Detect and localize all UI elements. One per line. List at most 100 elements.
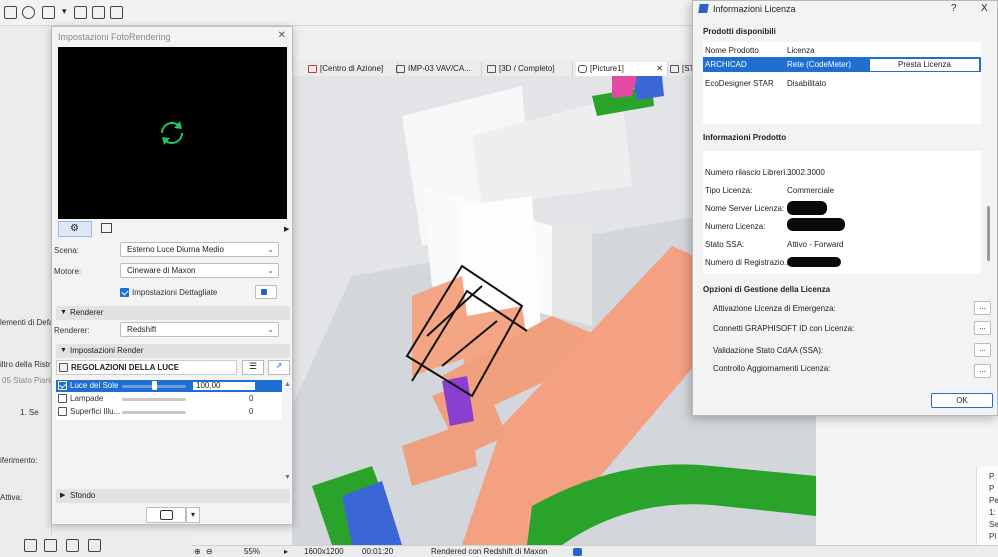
tool-b-icon[interactable] xyxy=(44,539,57,552)
engine-select[interactable]: Cineware di Maxon ⌄ xyxy=(120,263,279,278)
zoom-level[interactable]: 55% xyxy=(244,547,260,556)
export-icon[interactable]: ⇗ xyxy=(268,360,290,375)
sun-light-value-input[interactable]: 100,00 xyxy=(192,381,256,391)
render-options-dropdown[interactable]: ▾ xyxy=(186,507,200,523)
left-panel: lementi di Defa iltro della Ristru 05 St… xyxy=(0,26,52,557)
ssa-validation-label: Validazione Stato CdAA (SSA): xyxy=(713,346,824,355)
3d-view-icon xyxy=(487,65,496,73)
update-check-button[interactable]: ... xyxy=(974,364,991,378)
close-icon[interactable]: X xyxy=(981,3,988,14)
product-row-ecodesigner[interactable]: EcoDesigner STAR Disabilitato xyxy=(703,76,981,91)
ssa-validation-button[interactable]: ... xyxy=(974,343,991,357)
emergency-license-button[interactable]: ... xyxy=(974,301,991,315)
product-name: EcoDesigner STAR xyxy=(705,79,774,88)
scroll-up-icon[interactable]: ▲ xyxy=(284,381,291,388)
lamps-value: 0 xyxy=(249,394,254,403)
nav-item[interactable]: Pe xyxy=(989,496,998,505)
license-type-label: Tipo Licenza: xyxy=(705,186,753,195)
camera-icon xyxy=(578,65,587,73)
section-title: Renderer xyxy=(70,308,104,317)
nav-item[interactable]: 1: xyxy=(989,508,996,517)
renderer-label: Renderer: xyxy=(54,326,90,335)
tab-floor-plan[interactable]: IMP-03 VAV/CA... xyxy=(394,62,482,77)
scroll-down-icon[interactable]: ▼ xyxy=(284,474,291,481)
grid-icon[interactable] xyxy=(110,6,123,19)
lit-surfaces-checkbox[interactable] xyxy=(58,407,67,416)
elements-default-label: lementi di Defa xyxy=(0,318,52,327)
background-section[interactable]: ▶ Sfondo xyxy=(56,489,290,503)
chevron-down-icon[interactable]: ▾ xyxy=(62,6,67,17)
detailed-settings-checkbox[interactable] xyxy=(120,288,129,297)
library-release-label: Numero rilascio Librerì... xyxy=(705,168,793,177)
list-view-icon[interactable]: ☰ xyxy=(242,360,264,375)
triangle-down-icon: ▼ xyxy=(60,309,67,316)
renderer-section[interactable]: ▼ Renderer xyxy=(56,306,290,320)
render-button[interactable] xyxy=(146,507,186,523)
license-dialog: Informazioni Licenza ? X Prodotti dispon… xyxy=(692,0,998,416)
sun-light-slider-thumb[interactable] xyxy=(152,381,157,390)
scrollbar-thumb[interactable] xyxy=(987,206,990,261)
chevron-right-icon[interactable]: ▶ xyxy=(284,225,289,233)
arrow-tool-icon[interactable] xyxy=(22,6,35,19)
license-server-label: Nome Server Licenza: xyxy=(705,204,785,213)
nav-item[interactable]: Pl xyxy=(989,532,996,541)
lit-surfaces-slider[interactable] xyxy=(122,411,186,414)
tool-c-icon[interactable] xyxy=(66,539,79,552)
lend-license-button[interactable]: Presta Licenza xyxy=(869,58,980,72)
navigator-panel: P P Pe 1: Se Pl xyxy=(976,466,998,546)
layers-icon[interactable] xyxy=(4,6,17,19)
chevron-down-icon: ⌄ xyxy=(267,325,274,334)
lamps-label: Lampade xyxy=(70,394,104,403)
connect-graphisoft-label: Connetti GRAPHISOFT ID con Licenza: xyxy=(713,324,855,333)
scene-select[interactable]: Esterno Luce Diurna Medio ⌄ xyxy=(120,242,279,257)
nav-item[interactable]: P xyxy=(989,484,994,493)
tool-d-icon[interactable] xyxy=(88,539,101,552)
redshift-icon xyxy=(261,289,267,295)
renderer-select[interactable]: Redshift ⌄ xyxy=(120,322,279,337)
view-tabs: [Centro di Azione] IMP-03 VAV/CA... [3D … xyxy=(292,60,694,77)
redshift-options-button[interactable] xyxy=(255,285,277,299)
tab-picture[interactable]: [Picture1] ✕ xyxy=(576,62,668,77)
close-tab-icon[interactable]: ✕ xyxy=(656,62,663,76)
update-check-label: Controllo Aggiornamenti Licenza: xyxy=(713,364,831,373)
series-label[interactable]: 1. Se xyxy=(20,408,52,417)
tab-settings[interactable]: ⚙ xyxy=(58,221,92,237)
product-license: Rete (CodeMeter) xyxy=(787,60,852,69)
zoom-in-icon[interactable]: ⊕ xyxy=(194,547,201,556)
col-license: Licenza xyxy=(787,46,815,55)
light-header-checkbox[interactable] xyxy=(59,363,68,372)
tab-3d[interactable]: [3D / Completo] xyxy=(485,62,573,77)
tab-more[interactable]: [ST xyxy=(668,62,694,77)
tab-size[interactable] xyxy=(96,221,118,237)
dialog-title: Informazioni Licenza xyxy=(713,4,796,14)
lamps-checkbox[interactable] xyxy=(58,394,67,403)
section-icon[interactable] xyxy=(92,6,105,19)
help-icon[interactable]: ? xyxy=(951,3,957,14)
redacted-license-number xyxy=(787,218,845,231)
light-header-label: REGOLAZIONI DELLA LUCE xyxy=(71,363,180,372)
tab-action-center[interactable]: [Centro di Azione] xyxy=(306,62,398,77)
product-info-box: Numero rilascio Librerì... 3002.3000 Tip… xyxy=(703,151,981,274)
chevron-down-icon: ⌄ xyxy=(267,266,274,275)
nav-item[interactable]: P xyxy=(989,472,994,481)
redacted-registration xyxy=(787,257,841,267)
3d-model-icon[interactable] xyxy=(74,6,87,19)
engine-label: Motore: xyxy=(54,267,82,276)
undo-icon[interactable] xyxy=(42,6,55,19)
close-icon[interactable]: ✕ xyxy=(278,30,286,41)
ok-button[interactable]: OK xyxy=(931,393,993,408)
tab-label: IMP-03 VAV/CA... xyxy=(408,64,471,73)
zoom-out-icon[interactable]: ⊖ xyxy=(206,547,213,556)
sun-light-checkbox[interactable] xyxy=(58,381,67,390)
tool-a-icon[interactable] xyxy=(24,539,37,552)
product-row-archicad[interactable]: ARCHICAD Rete (CodeMeter) Presta Licenza xyxy=(703,57,981,72)
render-settings-section[interactable]: ▼ Impostazioni Render xyxy=(56,344,290,358)
triangle-down-icon: ▼ xyxy=(60,347,67,354)
renderer-value: Redshift xyxy=(127,325,157,334)
lamps-slider[interactable] xyxy=(122,398,186,401)
section-title: Impostazioni Render xyxy=(70,346,144,355)
connect-graphisoft-button[interactable]: ... xyxy=(974,321,991,335)
chevron-down-icon: ⌄ xyxy=(267,245,274,254)
chevron-right-icon[interactable]: ▸ xyxy=(284,547,288,556)
nav-item[interactable]: Se xyxy=(989,520,998,529)
